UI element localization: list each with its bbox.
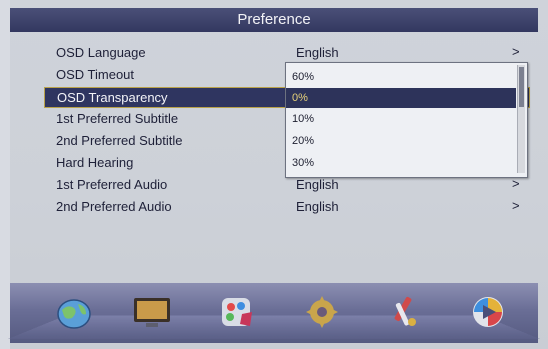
dropdown-option[interactable]: 60%	[286, 67, 516, 87]
monitor-icon[interactable]	[130, 292, 174, 332]
dropdown-option-label: 20%	[292, 135, 315, 147]
menu-item-value: English	[296, 45, 339, 60]
dropdown-option[interactable]: 30%	[286, 153, 516, 173]
page-title: Preference	[10, 8, 538, 32]
dropdown-option[interactable]: 20%	[286, 131, 516, 151]
dropdown-option[interactable]: 10%	[286, 109, 516, 129]
menu-item-osd-language[interactable]: OSD Language English >	[44, 43, 528, 62]
menu-item-2nd-preferred-audio[interactable]: 2nd Preferred Audio English >	[44, 197, 528, 216]
dropdown-option-selected[interactable]: 0%	[286, 88, 516, 108]
chevron-right-icon: >	[512, 44, 520, 59]
menu-item-label: 2nd Preferred Audio	[56, 199, 172, 214]
media-play-icon[interactable]	[466, 292, 510, 332]
gear-icon[interactable]	[300, 292, 344, 332]
dropdown-option-label: 60%	[292, 71, 315, 83]
menu-item-label: 1st Preferred Subtitle	[56, 111, 179, 126]
tv-screen: Preference OSD Language English > OSD Ti…	[0, 0, 548, 349]
chevron-right-icon: >	[512, 176, 520, 191]
menu-item-label: OSD Timeout	[56, 67, 135, 82]
left-edge	[0, 0, 10, 349]
scrollbar-thumb[interactable]	[519, 67, 524, 107]
menu-item-value: English	[296, 199, 339, 214]
chevron-right-icon: >	[512, 198, 520, 213]
menu-item-value: English	[296, 177, 339, 192]
tools-icon[interactable]	[382, 292, 426, 332]
transparency-dropdown[interactable]: 60% 0% 10% 20% 30%	[285, 62, 528, 178]
menu-item-label: 2nd Preferred Subtitle	[56, 133, 183, 148]
dropdown-option-label: 10%	[292, 113, 315, 125]
menu-item-label: Hard Hearing	[56, 155, 134, 170]
menu-item-label: OSD Transparency	[57, 90, 168, 105]
menu-item-label: OSD Language	[56, 45, 146, 60]
dropdown-option-label: 0%	[292, 92, 308, 104]
dropdown-scrollbar[interactable]	[517, 65, 525, 173]
menu-item-label: 1st Preferred Audio	[56, 177, 168, 192]
dropdown-option-label: 30%	[292, 157, 315, 169]
palette-icon[interactable]	[216, 292, 260, 332]
globe-icon[interactable]	[52, 292, 96, 332]
